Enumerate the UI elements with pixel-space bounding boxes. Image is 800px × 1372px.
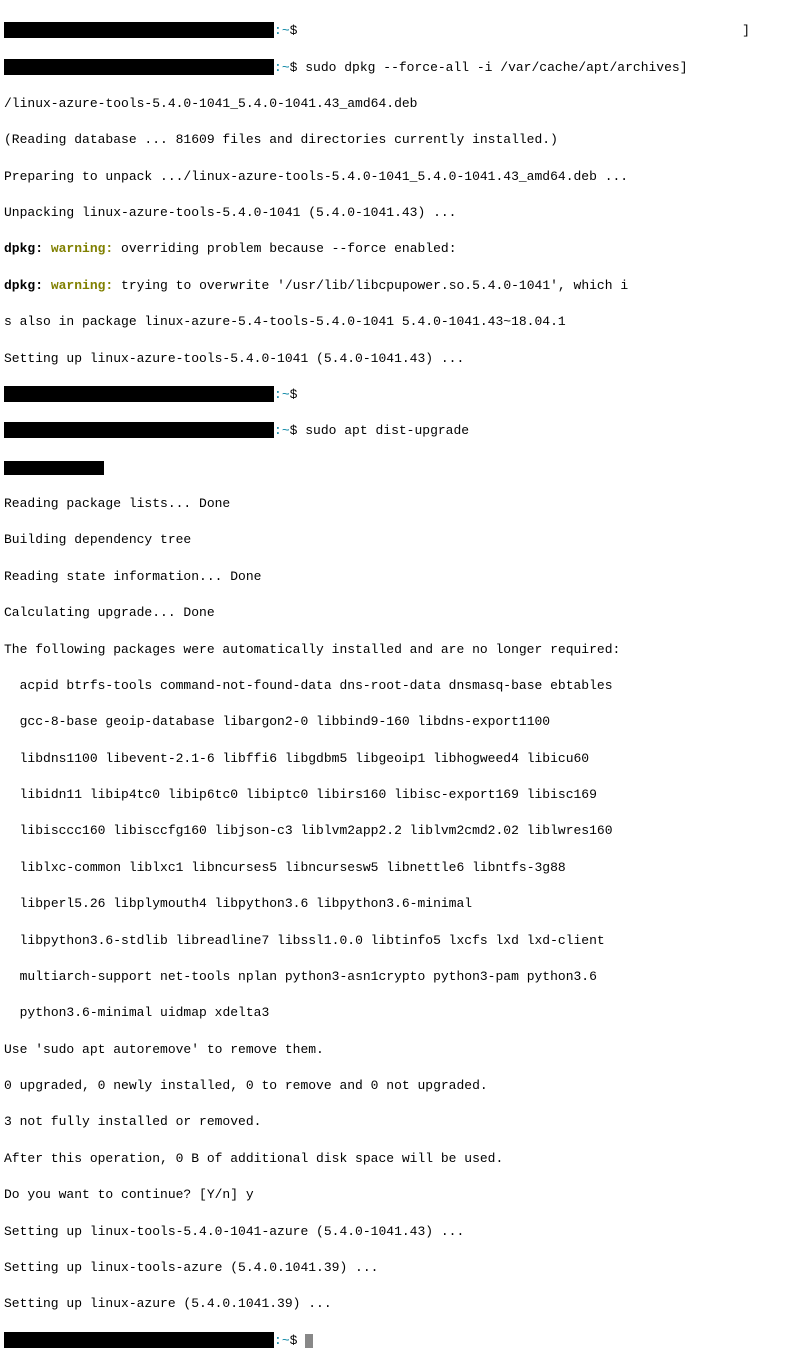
redacted-block	[4, 461, 104, 475]
bracket: ]	[680, 60, 688, 75]
output-line: Unpacking linux-azure-tools-5.4.0-1041 (…	[4, 204, 796, 222]
output-line: Setting up linux-tools-azure (5.4.0.1041…	[4, 1259, 796, 1277]
bracket: ]	[742, 23, 750, 38]
output-line: Setting up linux-azure-tools-5.4.0-1041 …	[4, 350, 796, 368]
command-text: sudo apt dist-upgrade	[305, 423, 469, 438]
package-list: libpython3.6-stdlib libreadline7 libssl1…	[4, 932, 796, 950]
warning-line-2: dpkg: warning: trying to overwrite '/usr…	[4, 277, 796, 295]
prompt-path: ~	[282, 60, 290, 75]
output-line: After this operation, 0 B of additional …	[4, 1150, 796, 1168]
redacted-hostname	[4, 22, 274, 38]
package-list: acpid btrfs-tools command-not-found-data…	[4, 677, 796, 695]
package-list: python3.6-minimal uidmap xdelta3	[4, 1004, 796, 1022]
output-line: The following packages were automaticall…	[4, 641, 796, 659]
redacted-hostname	[4, 386, 274, 402]
output-line: Calculating upgrade... Done	[4, 604, 796, 622]
prompt-path: ~	[282, 1333, 290, 1348]
command-line-1: :~$ sudo dpkg --force-all -i /var/cache/…	[4, 59, 796, 77]
output-line: Preparing to unpack .../linux-azure-tool…	[4, 168, 796, 186]
prompt-path: ~	[282, 423, 290, 438]
output-line: Building dependency tree	[4, 531, 796, 549]
warning-line-1: dpkg: warning: overriding problem becaus…	[4, 240, 796, 258]
package-list: liblxc-common liblxc1 libncurses5 libncu…	[4, 859, 796, 877]
package-list: libisccc160 libisccfg160 libjson-c3 libl…	[4, 822, 796, 840]
package-list: libidn11 libip4tc0 libip6tc0 libiptc0 li…	[4, 786, 796, 804]
prompt-dollar: $	[290, 23, 298, 38]
package-list: libdns1100 libevent-2.1-6 libffi6 libgdb…	[4, 750, 796, 768]
warning-continuation: s also in package linux-azure-5.4-tools-…	[4, 313, 796, 331]
output-line: Use 'sudo apt autoremove' to remove them…	[4, 1041, 796, 1059]
package-list: libperl5.26 libplymouth4 libpython3.6 li…	[4, 895, 796, 913]
prompt-dollar: $	[290, 423, 298, 438]
output-line: Setting up linux-tools-5.4.0-1041-azure …	[4, 1223, 796, 1241]
warning-label: warning:	[51, 278, 113, 293]
warning-text: trying to overwrite '/usr/lib/libcpupowe…	[113, 278, 628, 293]
prompt-path: ~	[282, 387, 290, 402]
prompt-path: ~	[282, 23, 290, 38]
output-line: Reading state information... Done	[4, 568, 796, 586]
output-line: Setting up linux-azure (5.4.0.1041.39) .…	[4, 1295, 796, 1313]
package-list: gcc-8-base geoip-database libargon2-0 li…	[4, 713, 796, 731]
command-line-2: :~$ sudo apt dist-upgrade	[4, 422, 796, 440]
prompt-dollar: $	[290, 60, 298, 75]
prompt-line-2: :~$	[4, 386, 796, 404]
warning-text: overriding problem because --force enabl…	[113, 241, 456, 256]
redacted-hostname	[4, 422, 274, 438]
prompt-dollar: $	[290, 387, 298, 402]
output-line: 0 upgraded, 0 newly installed, 0 to remo…	[4, 1077, 796, 1095]
continue-prompt: Do you want to continue? [Y/n] y	[4, 1186, 796, 1204]
prompt-line-1: :~$ ]	[4, 22, 796, 40]
redacted-line	[4, 459, 796, 477]
prompt-dollar: $	[290, 1333, 298, 1348]
cursor[interactable]	[305, 1334, 313, 1348]
output-line: (Reading database ... 81609 files and di…	[4, 131, 796, 149]
command-text: sudo dpkg --force-all -i /var/cache/apt/…	[305, 60, 679, 75]
output-line: Reading package lists... Done	[4, 495, 796, 513]
prompt-line-final: :~$	[4, 1332, 796, 1350]
package-list: multiarch-support net-tools nplan python…	[4, 968, 796, 986]
dpkg-label: dpkg:	[4, 241, 43, 256]
terminal-output[interactable]: :~$ ] :~$ sudo dpkg --force-all -i /var/…	[4, 4, 796, 1368]
redacted-hostname	[4, 1332, 274, 1348]
warning-label: warning:	[51, 241, 113, 256]
command-continuation: /linux-azure-tools-5.4.0-1041_5.4.0-1041…	[4, 95, 796, 113]
output-line: 3 not fully installed or removed.	[4, 1113, 796, 1131]
redacted-hostname	[4, 59, 274, 75]
dpkg-label: dpkg:	[4, 278, 43, 293]
